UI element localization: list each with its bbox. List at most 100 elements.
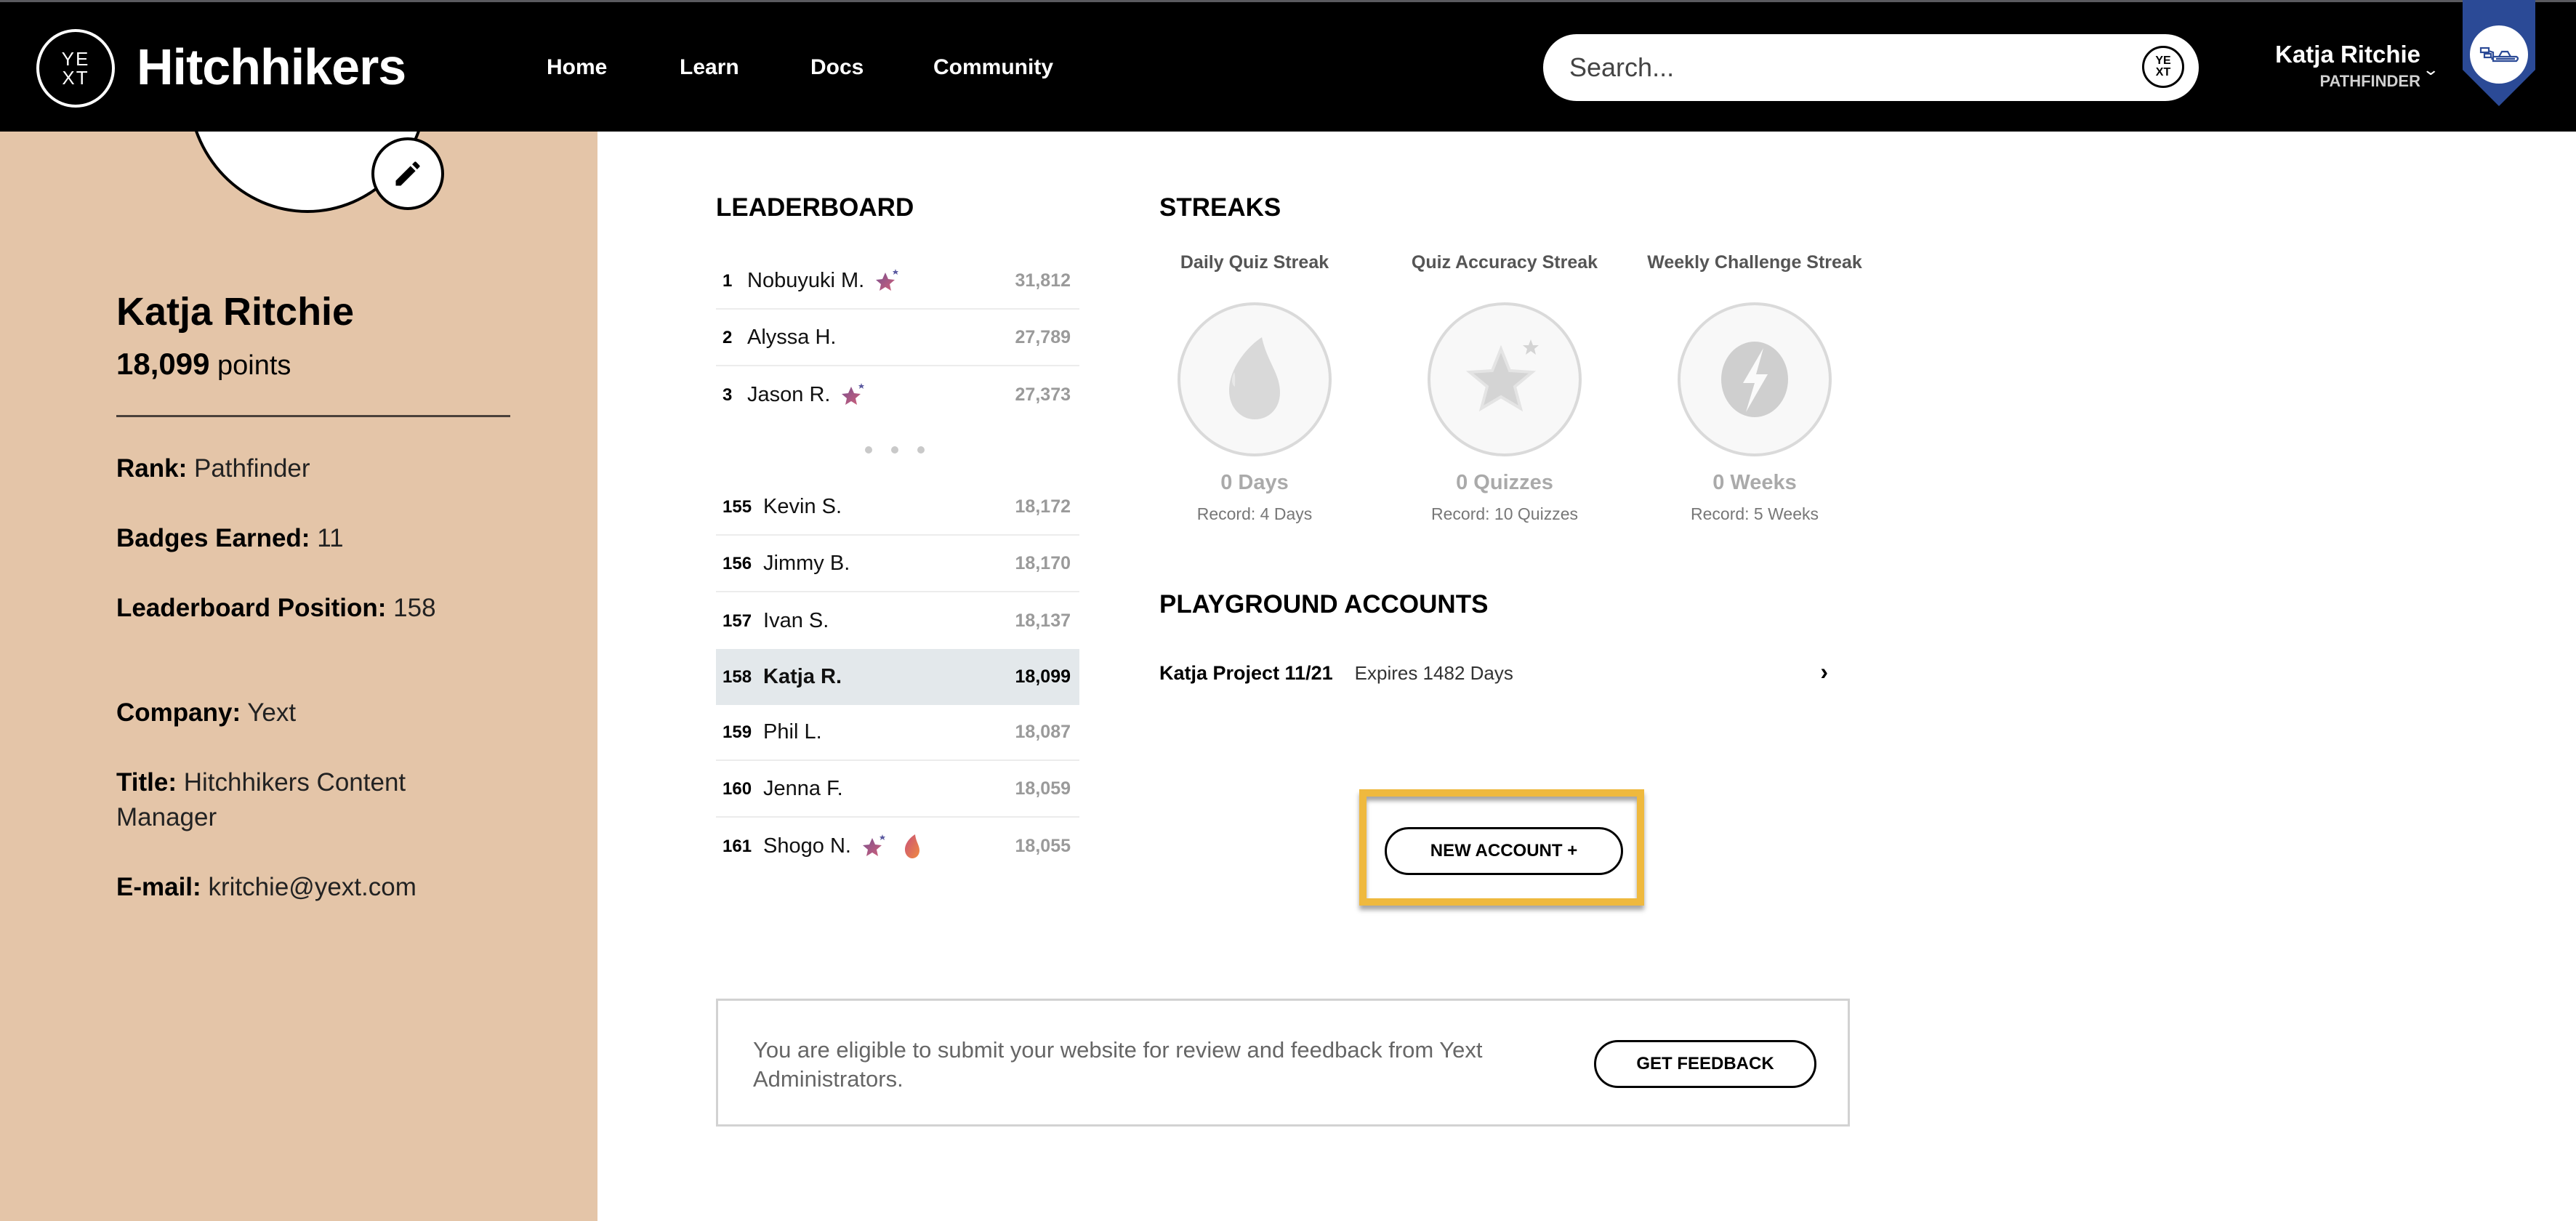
leaderboard-row[interactable]: 3 Jason R. 27,373 bbox=[716, 367, 1079, 423]
star-badge-icon bbox=[876, 268, 899, 291]
leaderboard-name: Alyssa H. bbox=[747, 326, 837, 349]
profile-rank: Rank: Pathfinder bbox=[116, 451, 494, 486]
leaderboard-score: 27,789 bbox=[1015, 327, 1071, 347]
streak-label: Weekly Challenge Streak bbox=[1647, 252, 1862, 273]
leaderboard-row[interactable]: 161 Shogo N. 18,055 bbox=[716, 818, 1079, 874]
leaderboard-row-current-user[interactable]: 158 Katja R. 18,099 bbox=[716, 649, 1079, 705]
edit-avatar-button[interactable] bbox=[371, 137, 444, 210]
leaderboard-rank: 159 bbox=[723, 722, 752, 742]
feedback-message: You are eligible to submit your website … bbox=[753, 1037, 1483, 1092]
leaderboard-rank: 161 bbox=[723, 836, 752, 856]
field-value: 158 bbox=[393, 594, 436, 622]
logo-text-top: YE bbox=[61, 48, 90, 70]
get-feedback-button[interactable]: GET FEEDBACK bbox=[1594, 1040, 1816, 1088]
pencil-icon bbox=[395, 161, 420, 186]
leaderboard-rank: 156 bbox=[723, 553, 752, 573]
leaderboard-name: Nobuyuki M. bbox=[747, 269, 865, 292]
leaderboard-score: 18,170 bbox=[1015, 553, 1071, 573]
star-badge-icon bbox=[862, 834, 885, 856]
brand-title[interactable]: Hitchhikers bbox=[137, 34, 406, 100]
logo-text-bottom: XT bbox=[62, 67, 89, 89]
leaderboard-ellipsis bbox=[865, 446, 925, 454]
leaderboard-rank: 1 bbox=[723, 270, 733, 291]
user-menu-name[interactable]: Katja Ritchie bbox=[2268, 40, 2420, 69]
leaderboard-row[interactable]: 1 Nobuyuki M. 31,812 bbox=[716, 254, 1079, 310]
field-value: Yext bbox=[247, 698, 297, 727]
search-logo-text-bottom: XT bbox=[2155, 66, 2171, 78]
leaderboard-rank: 157 bbox=[723, 610, 752, 631]
yext-search-icon[interactable]: YE XT bbox=[2142, 46, 2184, 88]
nav-community[interactable]: Community bbox=[933, 53, 1053, 82]
nav-docs[interactable]: Docs bbox=[810, 53, 864, 82]
streak-quiz-accuracy: Quiz Accuracy Streak 0 Quizzes Record: 1… bbox=[1396, 251, 1614, 523]
leaderboard-rank: 158 bbox=[723, 666, 752, 687]
nav-learn[interactable]: Learn bbox=[680, 53, 739, 82]
account-expiry: Expires 1482 Days bbox=[1354, 661, 1513, 684]
leaderboard-title: LEADERBOARD bbox=[716, 193, 914, 222]
streak-badge bbox=[1178, 302, 1332, 456]
leaderboard-rank: 3 bbox=[723, 384, 733, 405]
field-label: Company: bbox=[116, 698, 241, 727]
nav-home[interactable]: Home bbox=[547, 53, 607, 82]
leaderboard-row[interactable]: 159 Phil L. 18,087 bbox=[716, 705, 1079, 761]
leaderboard-rank: 160 bbox=[723, 778, 752, 799]
profile-email: E-mail: kritchie@yext.com bbox=[116, 870, 494, 905]
flame-icon bbox=[1229, 337, 1280, 419]
leaderboard-row[interactable]: 156 Jimmy B. 18,170 bbox=[716, 536, 1079, 592]
search-logo-text-top: YE bbox=[2155, 55, 2171, 67]
chevron-down-icon[interactable]: ⌄ bbox=[2422, 60, 2439, 79]
streak-value: 0 Quizzes bbox=[1456, 471, 1553, 494]
streak-record: Record: 4 Days bbox=[1196, 504, 1313, 523]
streak-value: 0 Days bbox=[1220, 471, 1289, 494]
search-input[interactable] bbox=[1569, 46, 2122, 89]
streak-daily-quiz: Daily Quiz Streak 0 Days Record: 4 Days bbox=[1146, 251, 1364, 523]
field-label: E-mail: bbox=[116, 873, 201, 901]
account-name: Katja Project 11/21 bbox=[1159, 661, 1333, 684]
search-bar: YE XT bbox=[1543, 34, 2199, 101]
field-label: Badges Earned: bbox=[116, 524, 310, 552]
profile-title: Title: Hitchhikers Content Manager bbox=[116, 765, 465, 835]
leaderboard-row[interactable]: 157 Ivan S. 18,137 bbox=[716, 593, 1079, 649]
leaderboard-score: 18,137 bbox=[1015, 610, 1071, 631]
leaderboard-row[interactable]: 155 Kevin S. 18,172 bbox=[716, 480, 1079, 536]
points-label: points bbox=[217, 350, 291, 381]
streak-record: Record: 10 Quizzes bbox=[1431, 504, 1578, 523]
playground-account-row[interactable]: Katja Project 11/21 Expires 1482 Days › bbox=[1159, 658, 1835, 688]
field-value: 11 bbox=[317, 524, 344, 552]
field-label: Title: bbox=[116, 768, 177, 797]
leaderboard-score: 27,373 bbox=[1015, 384, 1071, 405]
points-value: 18,099 bbox=[116, 347, 210, 381]
streak-badge bbox=[1678, 302, 1832, 456]
leaderboard-row[interactable]: 2 Alyssa H. 27,789 bbox=[716, 310, 1079, 366]
leaderboard-score: 31,812 bbox=[1015, 270, 1071, 291]
playground-title: PLAYGROUND ACCOUNTS bbox=[1159, 590, 1489, 618]
field-value: Pathfinder bbox=[193, 454, 310, 483]
profile-sidebar: Katja Ritchie 18,099 points Rank: Pathfi… bbox=[0, 132, 597, 1221]
field-label: Leaderboard Position: bbox=[116, 594, 387, 622]
leaderboard-score: 18,055 bbox=[1015, 836, 1071, 856]
leaderboard-name: Katja R. bbox=[763, 665, 842, 688]
profile-name: Katja Ritchie bbox=[116, 290, 355, 334]
yext-logo-icon[interactable]: YE XT bbox=[36, 29, 115, 108]
rank-badge[interactable] bbox=[2463, 0, 2535, 106]
new-account-button[interactable]: NEW ACCOUNT + bbox=[1385, 827, 1623, 875]
streak-label: Daily Quiz Streak bbox=[1180, 252, 1329, 273]
field-value: kritchie@yext.com bbox=[208, 873, 416, 901]
leaderboard-name: Ivan S. bbox=[763, 609, 829, 632]
leaderboard-name: Jenna F. bbox=[763, 777, 843, 800]
streak-record: Record: 5 Weeks bbox=[1691, 504, 1819, 523]
star-icon bbox=[1465, 339, 1539, 412]
leaderboard-score: 18,087 bbox=[1015, 722, 1071, 742]
leaderboard-score: 18,059 bbox=[1015, 778, 1071, 799]
user-menu-rank[interactable]: PATHFINDER bbox=[2268, 72, 2420, 91]
leaderboard-row[interactable]: 160 Jenna F. 18,059 bbox=[716, 762, 1079, 818]
flame-badge-icon bbox=[904, 834, 919, 858]
leaderboard-name: Jimmy B. bbox=[763, 552, 850, 575]
chevron-right-icon[interactable]: › bbox=[1820, 658, 1828, 685]
streaks-title: STREAKS bbox=[1159, 193, 1281, 222]
leaderboard-rank: 155 bbox=[723, 496, 752, 517]
rank-badge-icon bbox=[2463, 0, 2535, 106]
leaderboard-score: 18,099 bbox=[1015, 666, 1071, 687]
leaderboard-name: Phil L. bbox=[763, 720, 822, 744]
profile-badges: Badges Earned: 11 bbox=[116, 521, 494, 556]
